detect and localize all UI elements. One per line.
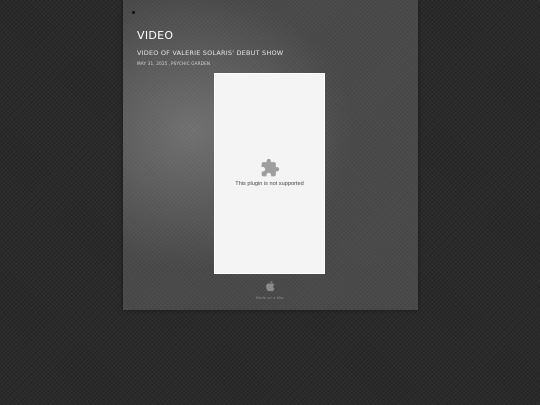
post-title[interactable]: VIDEO OF VALERIE SOLARIS' DEBUT SHOW — [137, 49, 283, 57]
post-category-link[interactable]: PSYCHIC GARDEN — [171, 61, 210, 66]
post-date: MAY 31, 2025 — [137, 61, 168, 66]
menu-dot[interactable] — [132, 11, 135, 14]
video-plugin-frame[interactable]: This plugin is not supported — [214, 73, 325, 274]
plugin-unsupported-message: This plugin is not supported — [235, 181, 304, 187]
made-on-mac-label: Made on a Mac — [255, 295, 285, 300]
page-panel: VIDEO VIDEO OF VALERIE SOLARIS' DEBUT SH… — [123, 0, 418, 310]
apple-icon — [266, 280, 275, 292]
section-title: VIDEO — [137, 29, 174, 42]
post-meta: MAY 31, 2025,PSYCHIC GARDEN — [137, 61, 210, 66]
made-on-mac-badge[interactable]: Made on a Mac — [243, 280, 297, 300]
post-meta-separator: , — [168, 61, 170, 66]
puzzle-piece-icon — [261, 158, 280, 177]
